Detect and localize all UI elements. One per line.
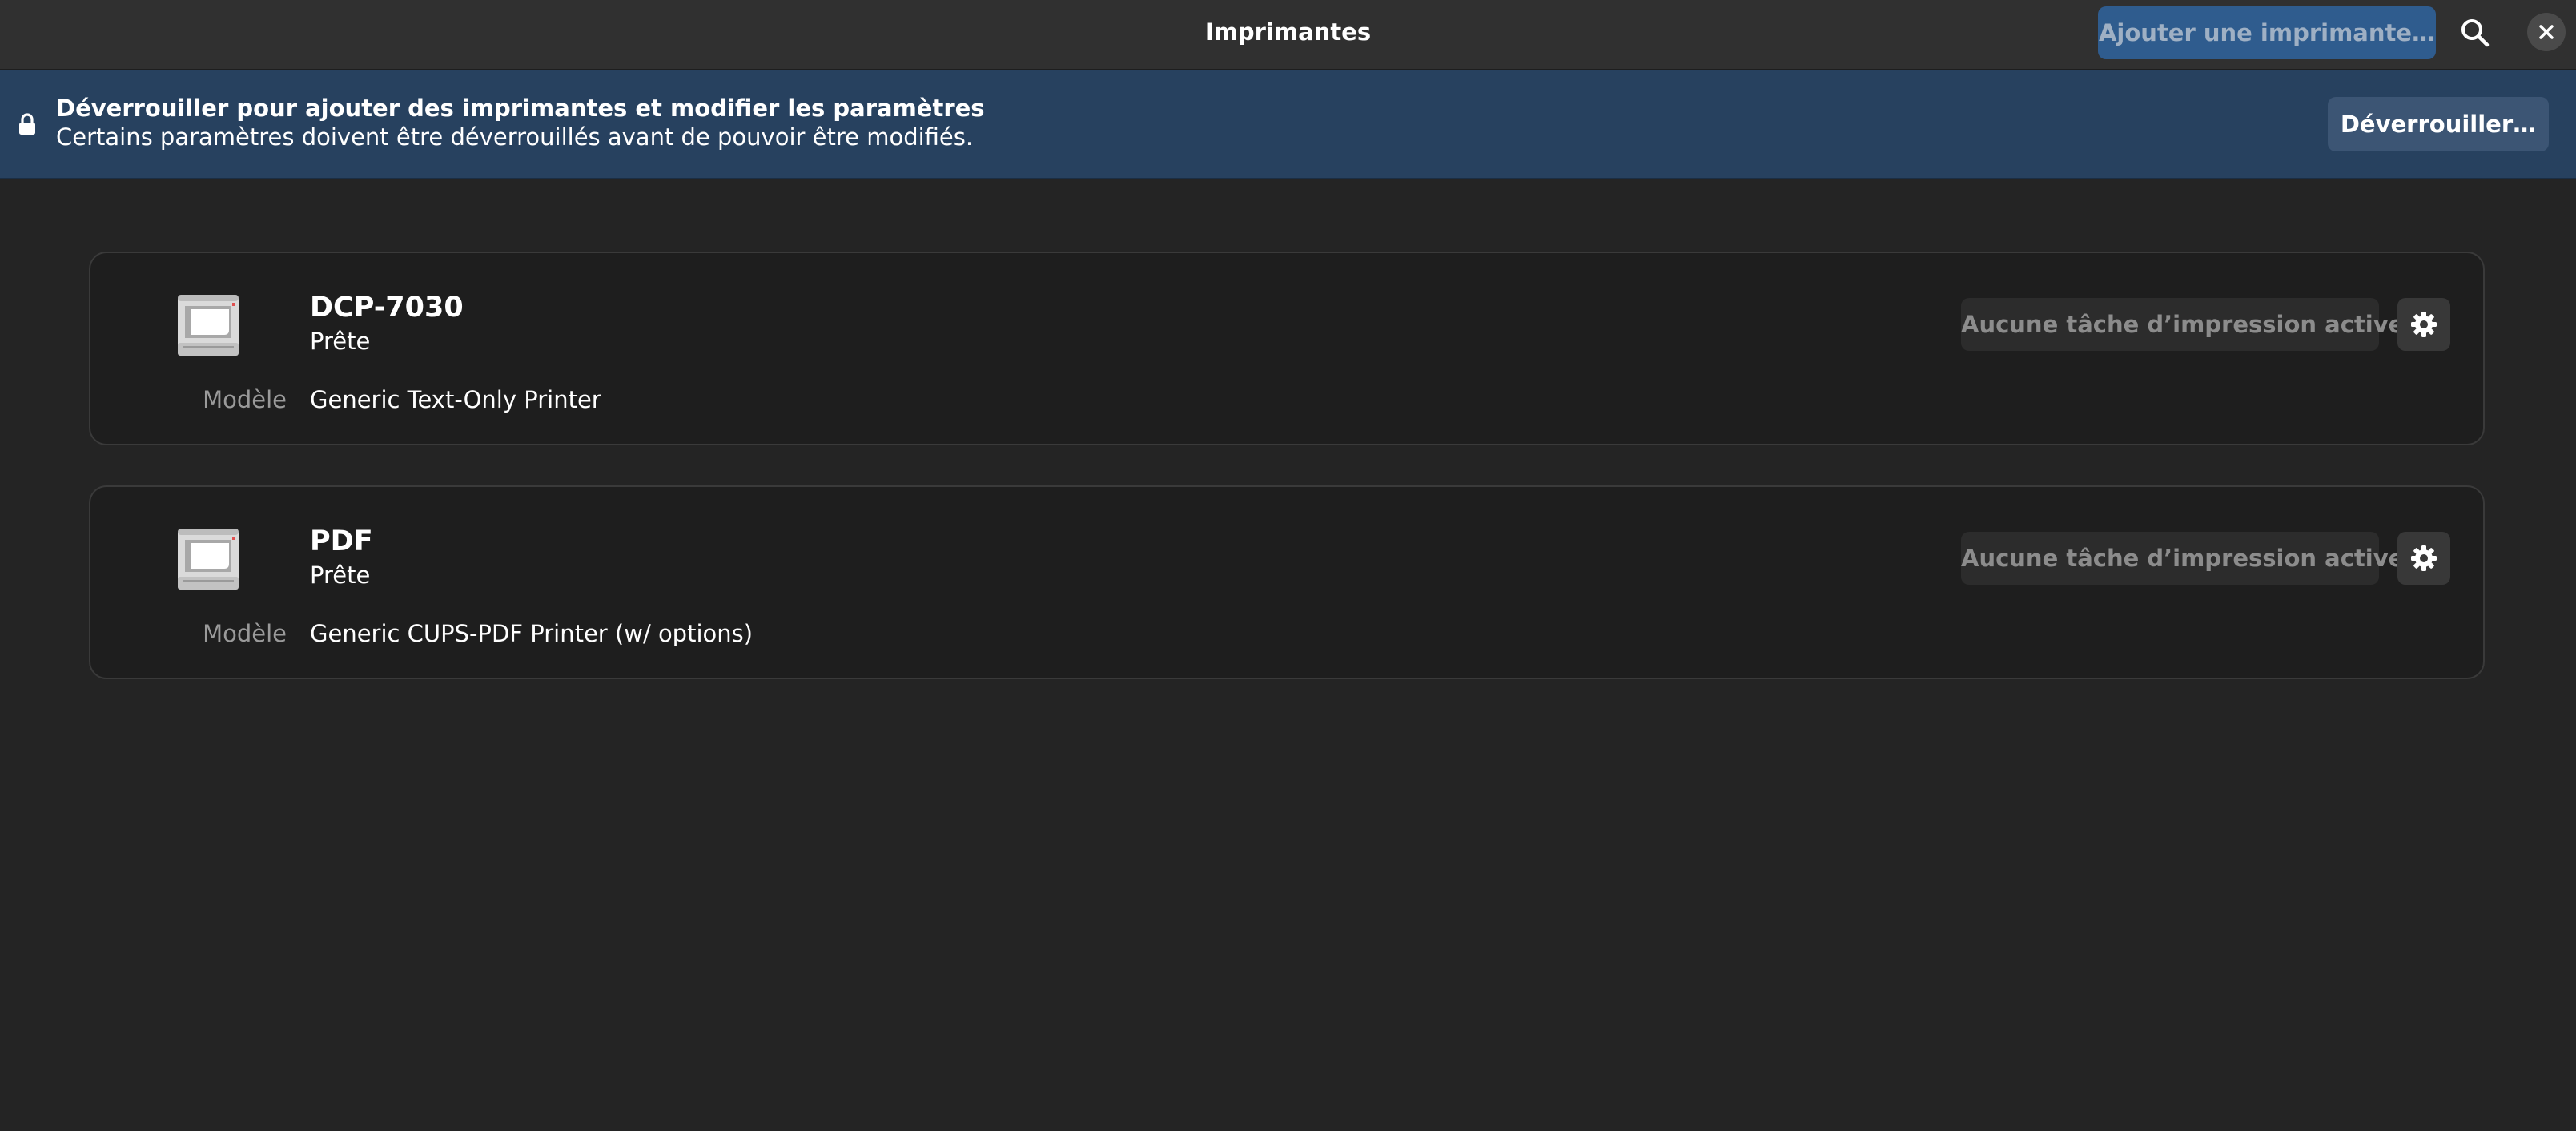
model-value: Generic Text-Only Printer bbox=[310, 386, 601, 413]
search-icon bbox=[2461, 19, 2490, 47]
gear-icon bbox=[2411, 312, 2437, 337]
print-jobs-button[interactable]: Aucune tâche d’impression active bbox=[1961, 532, 2404, 585]
unlock-banner: Déverrouiller pour ajouter des imprimant… bbox=[0, 70, 2576, 179]
printer-name: DCP-7030 bbox=[310, 292, 464, 324]
print-jobs-button[interactable]: Aucune tâche d’impression active bbox=[1961, 298, 2404, 351]
model-label: Modèle bbox=[203, 386, 287, 413]
close-button[interactable] bbox=[2527, 13, 2566, 51]
printer-card: DCP-7030 Prête Modèle Generic Text-Only … bbox=[89, 252, 2485, 445]
printer-settings-button[interactable] bbox=[2397, 298, 2450, 351]
printer-status: Prête bbox=[310, 328, 371, 355]
printer-icon bbox=[178, 295, 239, 356]
model-label: Modèle bbox=[203, 620, 287, 647]
header-bar: Imprimantes Ajouter une imprimante… bbox=[0, 0, 2576, 70]
banner-title: Déverrouiller pour ajouter des imprimant… bbox=[56, 95, 985, 122]
lock-icon bbox=[19, 113, 35, 135]
printer-settings-button[interactable] bbox=[2397, 532, 2450, 585]
close-icon bbox=[2539, 25, 2554, 39]
printer-status: Prête bbox=[310, 561, 371, 589]
gear-icon bbox=[2411, 545, 2437, 571]
banner-subtitle: Certains paramètres doivent être déverro… bbox=[56, 123, 974, 151]
search-button[interactable] bbox=[2449, 6, 2502, 59]
unlock-button[interactable]: Déverrouiller… bbox=[2328, 97, 2549, 151]
model-value: Generic CUPS-PDF Printer (w/ options) bbox=[310, 620, 754, 647]
printer-name: PDF bbox=[310, 525, 373, 557]
add-printer-button[interactable]: Ajouter une imprimante… bbox=[2098, 6, 2436, 59]
printer-icon bbox=[178, 529, 239, 590]
printer-card: PDF Prête Modèle Generic CUPS-PDF Printe… bbox=[89, 485, 2485, 679]
